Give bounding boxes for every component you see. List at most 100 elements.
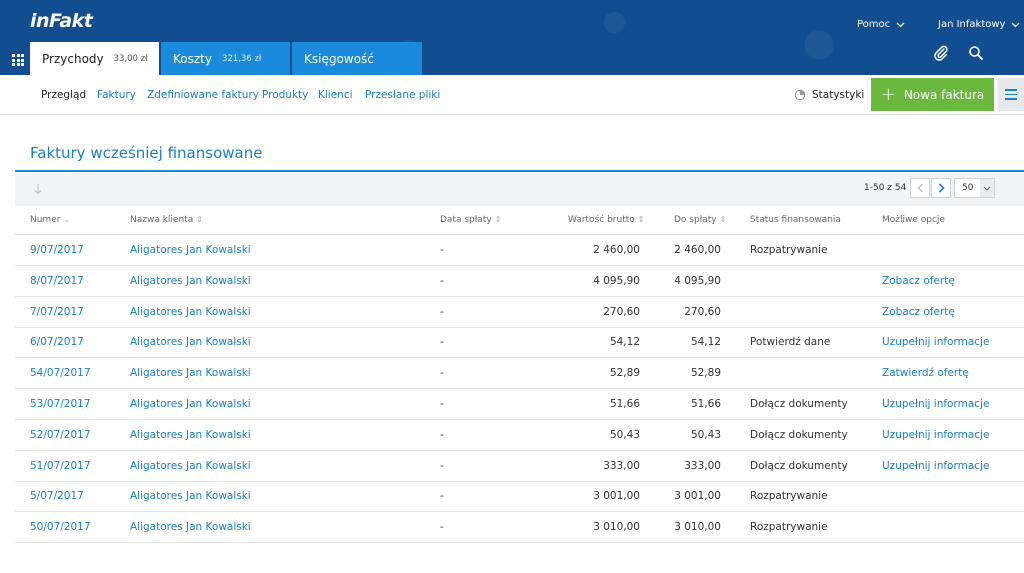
subnav-item-faktury[interactable]: Faktury: [97, 89, 136, 101]
table-row[interactable]: 54/07/2017 Aligatores Jan Kowalski - 52,89 5…: [15, 358, 1024, 390]
table-row[interactable]: 51/07/2017 Aligatores Jan Kowalski - 333,00…: [15, 451, 1024, 482]
statistics-button[interactable]: Statystyki: [794, 89, 864, 101]
column-header-label: Możliwe opcje: [882, 215, 945, 225]
gross-value: 52,89: [609, 367, 640, 380]
table-row[interactable]: 5/07/2017 Aligatores Jan Kowalski - 3 001,0…: [15, 481, 1024, 513]
column-header-label: Do spłaty: [674, 215, 717, 225]
user-menu[interactable]: Jan Infaktowy: [938, 19, 1020, 30]
subnav-item-przeglad[interactable]: Przegląd: [41, 89, 86, 101]
column-header-label: Numer: [30, 215, 61, 225]
invoice-number-link[interactable]: 7/07/2017: [30, 306, 84, 318]
invoice-number-link[interactable]: 51/07/2017: [30, 460, 91, 472]
tab-ksiegowosc[interactable]: Księgowość: [292, 42, 422, 75]
search-icon[interactable]: [967, 44, 985, 62]
invoice-number-link[interactable]: 9/07/2017: [30, 244, 84, 256]
client-name-link[interactable]: Aligatores Jan Kowalski: [130, 429, 251, 441]
column-header-nazwa-klienta[interactable]: Nazwa klienta ⇕: [130, 215, 203, 225]
amount-due: 51,66: [690, 398, 721, 410]
per-page-value: 50: [962, 183, 974, 193]
option-link[interactable]: Zatwierdź ofertę: [882, 367, 969, 379]
tab-label: Przychody: [42, 51, 104, 66]
option-link[interactable]: Zobacz ofertę: [882, 306, 955, 318]
paperclip-icon[interactable]: [932, 44, 950, 62]
new-invoice-button[interactable]: + Nowa faktura: [871, 78, 994, 111]
table-row[interactable]: 9/07/2017 Aligatores Jan Kowalski - 2 460,0…: [15, 235, 1024, 266]
invoice-number-link[interactable]: 6/07/2017: [30, 336, 84, 348]
repayment-date: -: [440, 428, 444, 441]
sort-icon: ⇕: [196, 215, 203, 224]
tab-amount: 321,36 zł: [221, 53, 262, 64]
sort-icon[interactable]: [33, 183, 43, 195]
subnav-item-zdefiniowane-faktury[interactable]: Zdefiniowane faktury: [147, 89, 259, 101]
amount-due: 270,60: [684, 305, 721, 318]
column-header-label: Wartość brutto: [568, 215, 635, 225]
app-logo[interactable]: inFakt: [30, 10, 93, 32]
repayment-date: -: [440, 459, 444, 472]
amount-due: 3 001,00: [674, 490, 721, 503]
client-name-link[interactable]: Aligatores Jan Kowalski: [130, 460, 251, 472]
grid-icon[interactable]: [12, 54, 24, 66]
option-link[interactable]: Uzupełnij informacje: [882, 460, 989, 472]
financing-status: Dołącz dokumenty: [750, 459, 848, 472]
client-name-link[interactable]: Aligatores Jan Kowalski: [130, 336, 251, 348]
subnav-item-klienci[interactable]: Klienci: [318, 89, 353, 101]
table-row[interactable]: 50/07/2017 Aligatores Jan Kowalski - 3 010,…: [15, 512, 1024, 544]
subnav-item-przeslane-pliki[interactable]: Przesłane pliki: [365, 89, 440, 101]
column-header-do-splaty[interactable]: Do spłaty ⇕: [674, 215, 726, 225]
client-name-link[interactable]: Aligatores Jan Kowalski: [130, 306, 251, 318]
gross-value: 3 010,00: [593, 521, 640, 534]
tab-koszty[interactable]: Koszty 321,36 zł: [161, 42, 290, 75]
gross-value: 4 095,90: [593, 274, 640, 287]
table-row[interactable]: 8/07/2017 Aligatores Jan Kowalski - 4 095,9…: [15, 266, 1024, 297]
client-name-link[interactable]: Aligatores Jan Kowalski: [130, 244, 251, 256]
subnav-item-produkty[interactable]: Produkty: [262, 89, 308, 101]
invoice-number-link[interactable]: 50/07/2017: [30, 521, 91, 533]
column-header-numer[interactable]: Numer ⌄: [30, 215, 70, 225]
chevron-left-icon: [917, 183, 923, 193]
statistics-label: Statystyki: [812, 89, 865, 101]
hamburger-icon[interactable]: [998, 78, 1024, 111]
table-row[interactable]: 52/07/2017 Aligatores Jan Kowalski - 50,43 5…: [15, 420, 1024, 451]
invoice-number-link[interactable]: 53/07/2017: [30, 398, 91, 410]
option-link[interactable]: Uzupełnij informacje: [882, 398, 989, 410]
option-link[interactable]: Uzupełnij informacje: [882, 336, 989, 348]
next-page-button[interactable]: [931, 178, 951, 198]
help-menu[interactable]: Pomoc: [857, 19, 905, 30]
table-row[interactable]: 53/07/2017 Aligatores Jan Kowalski - 51,66 5…: [15, 389, 1024, 420]
previous-page-button[interactable]: [910, 178, 930, 198]
amount-due: 54,12: [690, 336, 721, 349]
client-name-link[interactable]: Aligatores Jan Kowalski: [130, 398, 251, 410]
invoice-number-link[interactable]: 8/07/2017: [30, 275, 84, 287]
option-link[interactable]: Zobacz ofertę: [882, 275, 955, 287]
plus-icon: +: [880, 84, 896, 105]
sort-icon: ⇕: [637, 215, 645, 224]
chevron-right-icon: [938, 183, 945, 193]
sort-icon: ⇕: [494, 215, 502, 224]
column-header-data-splaty[interactable]: Data spłaty ⇕: [440, 215, 501, 225]
column-header-label: Status finansowania: [750, 215, 841, 225]
client-name-link[interactable]: Aligatores Jan Kowalski: [130, 275, 251, 287]
column-header-wartosc-brutto[interactable]: Wartość brutto ⇕: [568, 215, 644, 225]
sort-icon: ⇕: [719, 215, 727, 224]
column-header-opcje: Możliwe opcje: [882, 215, 945, 225]
invoice-number-link[interactable]: 54/07/2017: [30, 367, 91, 379]
invoice-number-link[interactable]: 52/07/2017: [30, 429, 91, 441]
gross-value: 3 001,00: [593, 490, 640, 503]
gross-value: 270,60: [603, 305, 640, 318]
per-page-select[interactable]: 50: [954, 178, 995, 198]
column-header-status: Status finansowania: [750, 215, 841, 225]
client-name-link[interactable]: Aligatores Jan Kowalski: [130, 367, 251, 379]
repayment-date: -: [440, 367, 444, 380]
table-row[interactable]: 7/07/2017 Aligatores Jan Kowalski - 270,60 2…: [15, 297, 1024, 328]
invoice-number-link[interactable]: 5/07/2017: [30, 490, 84, 502]
column-header-label: Data spłaty: [440, 215, 492, 225]
table-row[interactable]: 6/07/2017 Aligatores Jan Kowalski - 54,12 54…: [15, 327, 1024, 359]
page-title: Faktury wcześniej finansowane: [30, 144, 263, 162]
tab-przychody[interactable]: Przychody 33,00 zł: [30, 42, 159, 75]
option-link[interactable]: Uzupełnij informacje: [882, 429, 989, 441]
sub-navigation: Przegląd Faktury Zdefiniowane faktury Pr…: [0, 75, 1024, 115]
client-name-link[interactable]: Aligatores Jan Kowalski: [130, 490, 251, 502]
repayment-date: -: [440, 521, 444, 534]
client-name-link[interactable]: Aligatores Jan Kowalski: [130, 521, 251, 533]
tab-label: Księgowość: [304, 51, 374, 66]
